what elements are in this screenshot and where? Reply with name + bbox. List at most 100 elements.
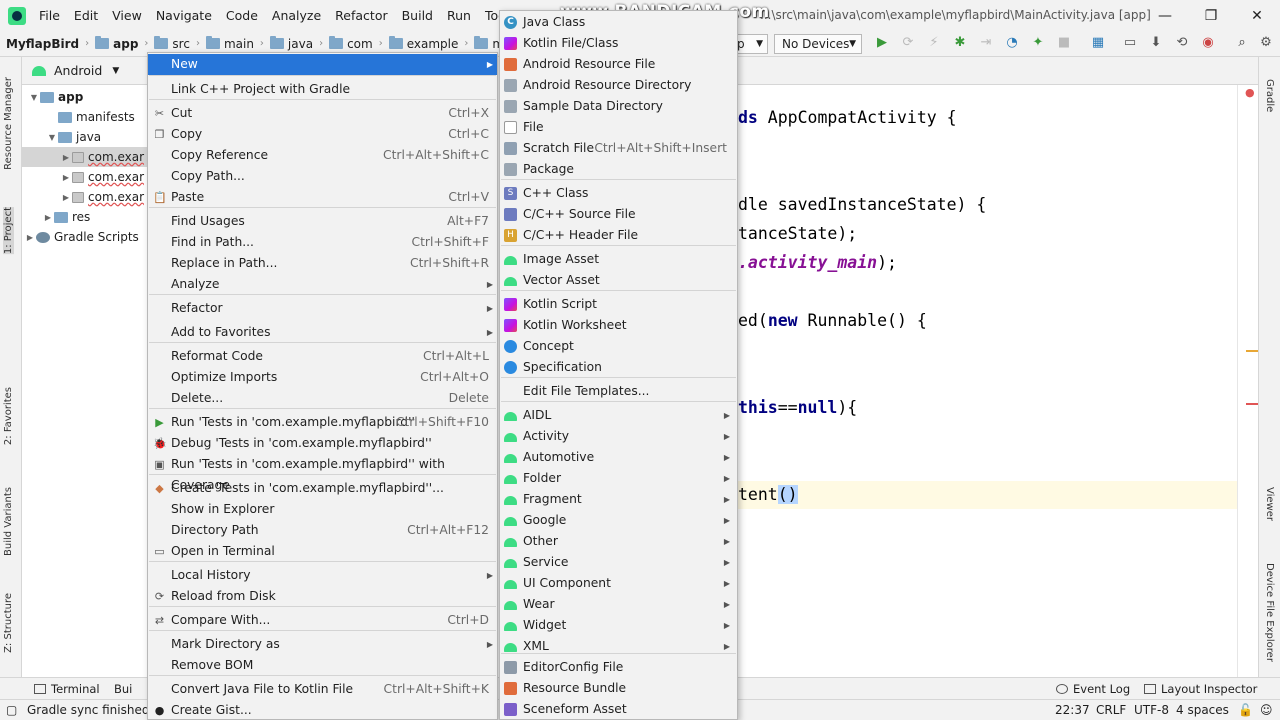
menu-item-reformat-code[interactable]: Reformat Code Ctrl+Alt+L bbox=[148, 346, 497, 367]
breadcrumb-item-example[interactable]: example › bbox=[388, 36, 468, 51]
menu-view[interactable]: View bbox=[105, 0, 149, 31]
menu-edit[interactable]: Edit bbox=[67, 0, 105, 31]
tab-event-log[interactable]: Event Log bbox=[1056, 682, 1130, 696]
file-encoding[interactable]: UTF-8 bbox=[1134, 703, 1169, 717]
menu-item-analyze[interactable]: Analyze ▶ bbox=[148, 274, 497, 295]
project-view-selector[interactable]: Android ▼ bbox=[22, 57, 147, 85]
tool-tab-device-file-explorer[interactable]: Device File Explorer bbox=[1264, 563, 1275, 662]
submenu-item-aidl[interactable]: AIDL ▶ bbox=[500, 405, 737, 426]
breadcrumb-item-app[interactable]: app › bbox=[95, 36, 148, 51]
tab-terminal[interactable]: Terminal bbox=[34, 682, 100, 696]
search-icon[interactable]: ⌕ bbox=[1234, 35, 1250, 51]
tree-node-app[interactable]: ▼ app bbox=[22, 87, 148, 107]
menu-item-find-in-path[interactable]: Find in Path... Ctrl+Shift+F bbox=[148, 232, 497, 253]
caret-position[interactable]: 22:37 bbox=[1055, 703, 1090, 717]
status-message[interactable]: Gradle sync finished in bbox=[27, 703, 164, 717]
device-select[interactable]: No Devices ▼ bbox=[774, 34, 862, 54]
submenu-item-fragment[interactable]: Fragment ▶ bbox=[500, 489, 737, 510]
breadcrumb-item-main[interactable]: main › bbox=[205, 36, 264, 51]
profile-icon[interactable]: ◔ bbox=[1004, 35, 1020, 51]
breadcrumb-item-com[interactable]: com › bbox=[329, 36, 383, 51]
lock-icon[interactable]: 🔓 bbox=[1238, 703, 1253, 717]
submenu-item-vector-asset[interactable]: Vector Asset bbox=[500, 270, 737, 291]
menu-item-reload-from-disk[interactable]: ⟳ Reload from Disk bbox=[148, 586, 497, 607]
debug-icon[interactable]: ✱ bbox=[952, 35, 968, 51]
submenu-item-kotlin-script[interactable]: Kotlin Script bbox=[500, 294, 737, 315]
menu-item-run-tests-in-com-example-myflapbird-with[interactable]: ▣ Run 'Tests in 'com.example.myflapbird''… bbox=[148, 454, 497, 492]
submenu-item-google[interactable]: Google ▶ bbox=[500, 510, 737, 531]
tree-node-res[interactable]: ▶ res bbox=[22, 207, 148, 227]
collapsed-arrow-icon[interactable]: ▶ bbox=[24, 233, 36, 242]
code-line[interactable]: tanceState); bbox=[738, 224, 857, 243]
tree-node-gradle-scripts[interactable]: ▶ Gradle Scripts bbox=[22, 227, 148, 247]
menu-item-create-gist[interactable]: ● Create Gist... bbox=[148, 700, 497, 720]
submenu-item-c-c-header-file[interactable]: H C/C++ Header File bbox=[500, 225, 737, 246]
menu-refactor[interactable]: Refactor bbox=[328, 0, 394, 31]
submenu-item-resource-bundle[interactable]: Resource Bundle bbox=[500, 678, 737, 699]
breadcrumb-item-java[interactable]: java › bbox=[269, 36, 323, 51]
collapsed-arrow-icon[interactable]: ▶ bbox=[60, 173, 72, 182]
tree-node-com-exar[interactable]: ▶ com.exar bbox=[22, 167, 148, 187]
expanded-arrow-icon[interactable]: ▼ bbox=[28, 93, 40, 102]
submenu-item-file[interactable]: File bbox=[500, 117, 737, 138]
submenu-item-edit-file-templates[interactable]: Edit File Templates... bbox=[500, 381, 737, 402]
tool-tab-favorites[interactable]: 2: Favorites bbox=[3, 387, 14, 445]
attach-debugger-icon[interactable]: ✦ bbox=[1030, 35, 1046, 51]
tool-tab-viewer[interactable]: Viewer bbox=[1264, 487, 1275, 521]
submenu-item-android-resource-directory[interactable]: Android Resource Directory bbox=[500, 75, 737, 96]
run-icon[interactable]: ▶ bbox=[874, 35, 890, 51]
menu-item-paste[interactable]: 📋 Paste Ctrl+V bbox=[148, 187, 497, 208]
submenu-item-c-class[interactable]: S C++ Class bbox=[500, 183, 737, 204]
menu-item-cut[interactable]: ✂ Cut Ctrl+X bbox=[148, 103, 497, 124]
menu-build[interactable]: Build bbox=[395, 0, 440, 31]
attach-icon[interactable]: ⇥ bbox=[978, 35, 994, 51]
project-structure-icon[interactable]: ▦ bbox=[1090, 35, 1106, 51]
menu-item-open-in-terminal[interactable]: ▭ Open in Terminal bbox=[148, 541, 497, 562]
code-line[interactable]: dle savedInstanceState) { bbox=[738, 195, 986, 214]
submenu-item-sceneform-asset[interactable]: Sceneform Asset bbox=[500, 699, 737, 720]
tree-node-com-exar[interactable]: ▶ com.exar bbox=[22, 187, 148, 207]
submenu-item-package[interactable]: Package bbox=[500, 159, 737, 180]
submenu-item-kotlin-file-class[interactable]: Kotlin File/Class bbox=[500, 33, 737, 54]
code-line[interactable]: ds AppCompatActivity { bbox=[738, 108, 957, 127]
submenu-item-editorconfig-file[interactable]: EditorConfig File bbox=[500, 657, 737, 678]
warning-marker[interactable] bbox=[1246, 350, 1258, 352]
minimize-button[interactable]: — bbox=[1142, 0, 1188, 31]
submenu-item-other[interactable]: Other ▶ bbox=[500, 531, 737, 552]
menu-item-convert-java-file-to-kotlin-file[interactable]: Convert Java File to Kotlin File Ctrl+Alt… bbox=[148, 679, 497, 700]
code-line[interactable]: tent() bbox=[738, 485, 798, 504]
tool-tab-gradle[interactable]: Gradle bbox=[1264, 79, 1275, 112]
menu-item-directory-path[interactable]: Directory Path Ctrl+Alt+F12 bbox=[148, 520, 497, 541]
menu-item-add-to-favorites[interactable]: Add to Favorites ▶ bbox=[148, 322, 497, 343]
code-line[interactable]: ed(new Runnable() { bbox=[738, 311, 927, 330]
menu-item-optimize-imports[interactable]: Optimize Imports Ctrl+Alt+O bbox=[148, 367, 497, 388]
menu-item-copy-reference[interactable]: Copy Reference Ctrl+Alt+Shift+C bbox=[148, 145, 497, 166]
submenu-item-wear[interactable]: Wear ▶ bbox=[500, 594, 737, 615]
tool-tab-resource-manager[interactable]: Resource Manager bbox=[3, 77, 14, 170]
submenu-item-c-c-source-file[interactable]: C/C++ Source File bbox=[500, 204, 737, 225]
submenu-item-sample-data-directory[interactable]: Sample Data Directory bbox=[500, 96, 737, 117]
tool-tab-structure[interactable]: Z: Structure bbox=[3, 593, 14, 653]
menu-item-refactor[interactable]: Refactor ▶ bbox=[148, 298, 497, 319]
sdk-manager-icon[interactable]: ⬇ bbox=[1148, 35, 1164, 51]
menu-item-local-history[interactable]: Local History ▶ bbox=[148, 565, 497, 586]
menu-navigate[interactable]: Navigate bbox=[149, 0, 219, 31]
settings-icon[interactable]: ⚙ bbox=[1258, 35, 1274, 51]
apply-changes-icon[interactable]: ⚡ bbox=[926, 35, 942, 51]
stop-icon[interactable]: ■ bbox=[1056, 35, 1072, 51]
menu-item-debug-tests-in-com-example-myflapbird[interactable]: 🐞 Debug 'Tests in 'com.example.myflapbird… bbox=[148, 433, 497, 454]
line-separator[interactable]: CRLF bbox=[1096, 703, 1126, 717]
inspector-icon[interactable]: ☺ bbox=[1260, 703, 1273, 717]
menu-item-new[interactable]: New ▶ bbox=[148, 54, 497, 75]
submenu-item-widget[interactable]: Widget ▶ bbox=[500, 615, 737, 636]
code-line[interactable]: this==null){ bbox=[738, 398, 857, 417]
tool-tab-build-variants[interactable]: Build Variants bbox=[3, 487, 14, 556]
menu-file[interactable]: File bbox=[32, 0, 67, 31]
tree-node-java[interactable]: ▼ java bbox=[22, 127, 148, 147]
submenu-item-activity[interactable]: Activity ▶ bbox=[500, 426, 737, 447]
menu-analyze[interactable]: Analyze bbox=[265, 0, 328, 31]
error-marker[interactable] bbox=[1246, 403, 1258, 405]
menu-item-remove-bom[interactable]: Remove BOM bbox=[148, 655, 497, 676]
sync-gradle-icon[interactable]: ⟲ bbox=[1174, 35, 1190, 51]
close-button[interactable]: ✕ bbox=[1234, 0, 1280, 31]
